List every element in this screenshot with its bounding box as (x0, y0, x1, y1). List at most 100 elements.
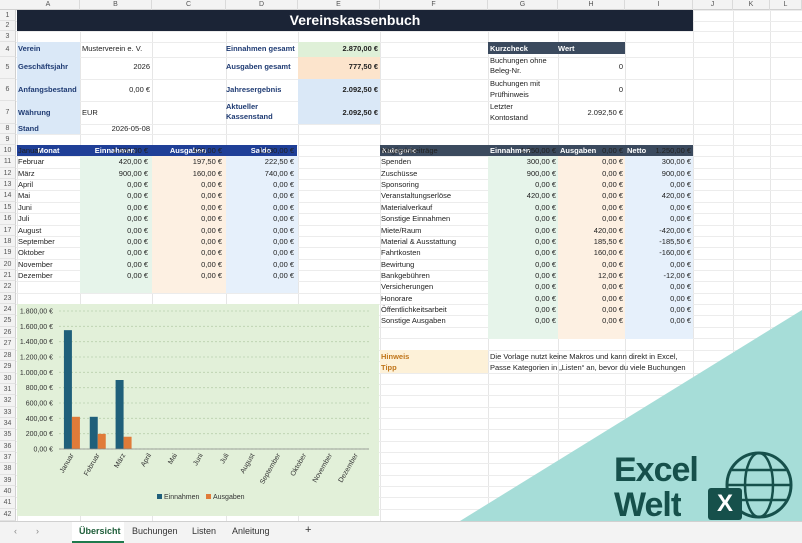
row-header[interactable]: 33 (0, 407, 16, 418)
row-header[interactable]: 3 (0, 31, 16, 42)
month-value: 222,50 € (264, 157, 294, 166)
tab-anleitung[interactable]: Anleitung (232, 526, 270, 536)
bar-ausgaben-februar[interactable] (97, 433, 106, 449)
monthly-chart[interactable]: 0,00 € 200,00 € 400,00 € 600,00 € 800,00 € 1.… (17, 304, 379, 516)
verein-label: Verein (18, 44, 41, 53)
excel-badge-letter: X (716, 490, 733, 517)
row-header[interactable]: 32 (0, 395, 16, 407)
row-header[interactable]: 21 (0, 270, 16, 281)
next-sheet-icon[interactable]: › (36, 526, 39, 536)
column-header-a[interactable]: A (17, 0, 80, 10)
column-header-d[interactable]: D (226, 0, 298, 10)
waehrung-value[interactable]: EUR (82, 107, 98, 118)
month-value: 0,00 € (127, 271, 148, 280)
row-header[interactable]: 15 (0, 202, 16, 213)
row-header[interactable]: 25 (0, 315, 16, 327)
row-header[interactable]: 17 (0, 225, 16, 236)
kassenstand-label-2: Kassenstand (226, 112, 273, 121)
stand-value[interactable]: 2026-05-08 (82, 123, 150, 134)
row-header[interactable]: 8 (0, 124, 16, 134)
row-header[interactable]: 20 (0, 259, 16, 270)
column-header-i[interactable]: I (625, 0, 693, 10)
row-header[interactable]: 41 (0, 497, 16, 509)
category-name: Materialverkauf (381, 203, 433, 212)
month-value: 0,00 € (201, 237, 222, 246)
prev-sheet-icon[interactable]: ‹ (14, 526, 17, 536)
row-header[interactable]: 28 (0, 350, 16, 361)
month-value: 0,00 € (273, 237, 294, 246)
column-header-g[interactable]: G (488, 0, 558, 10)
row-header[interactable]: 9 (0, 134, 16, 145)
row-header[interactable]: 18 (0, 236, 16, 247)
row-header[interactable]: 24 (0, 304, 16, 315)
tab-listen[interactable]: Listen (192, 526, 216, 536)
column-header-f[interactable]: F (380, 0, 488, 10)
row-header[interactable]: 19 (0, 247, 16, 259)
row-header[interactable]: 12 (0, 168, 16, 179)
column-header-e[interactable]: E (298, 0, 380, 10)
category-value: 0,00 € (670, 214, 691, 223)
month-value: 0,00 € (127, 237, 148, 246)
add-sheet-button[interactable]: + (305, 524, 311, 536)
verein-value[interactable]: Musterverein e. V. (82, 43, 142, 54)
tipp-label: Tipp (381, 363, 397, 372)
row-header[interactable]: 40 (0, 486, 16, 497)
row-header[interactable]: 29 (0, 361, 16, 373)
bar-einnahmen-januar[interactable] (63, 330, 72, 449)
column-header-h[interactable]: H (558, 0, 625, 10)
column-header-j[interactable]: J (693, 0, 733, 10)
category-name: Bankgebühren (381, 271, 430, 280)
row-header[interactable]: 7 (0, 101, 16, 124)
row-header[interactable]: 4 (0, 42, 16, 57)
month-value: 0,00 € (127, 191, 148, 200)
row-header[interactable]: 2 (0, 21, 16, 31)
bar-einnahmen-februar[interactable] (89, 416, 98, 449)
row-header[interactable]: 34 (0, 418, 16, 429)
row-header[interactable]: 27 (0, 338, 16, 350)
anfang-value[interactable]: 0,00 € (82, 84, 150, 95)
row-header[interactable]: 13 (0, 179, 16, 190)
hinweis-label: Hinweis (381, 352, 410, 361)
column-header-c[interactable]: C (152, 0, 226, 10)
bar-ausgaben-januar[interactable] (71, 416, 80, 449)
category-name: Veranstaltungserlöse (381, 191, 452, 200)
column-header-k[interactable]: K (733, 0, 770, 10)
row-header[interactable]: 36 (0, 441, 16, 452)
month-value: 0,00 € (273, 203, 294, 212)
row-header[interactable]: 10 (0, 145, 16, 156)
row-header[interactable]: 5 (0, 57, 16, 79)
row-header[interactable]: 37 (0, 452, 16, 463)
tab-uebersicht[interactable]: Übersicht (79, 526, 121, 536)
row-header[interactable]: 39 (0, 475, 16, 486)
legend-swatch (157, 494, 162, 499)
row-header[interactable]: 31 (0, 384, 16, 395)
check-row3-label-1: Letzter (490, 102, 513, 111)
bar-ausgaben-märz[interactable] (123, 436, 132, 449)
y-tick-label: 800,00 € (26, 385, 53, 392)
einnahmen-gesamt-label: Einnahmen gesamt (226, 44, 295, 53)
bar-einnahmen-märz[interactable] (115, 380, 124, 449)
column-header-l[interactable]: L (770, 0, 802, 10)
row-header[interactable]: 26 (0, 327, 16, 338)
row-header[interactable]: 11 (0, 156, 16, 168)
row-header[interactable]: 42 (0, 509, 16, 521)
row-header[interactable]: 35 (0, 429, 16, 441)
check-row2-label-2: Prüfhinweis (490, 90, 529, 99)
row-header[interactable]: 22 (0, 281, 16, 293)
category-value: 0,00 € (535, 203, 556, 212)
anfang-label: Anfangsbestand (18, 85, 77, 94)
category-value: 12,00 € (597, 271, 623, 280)
row-header[interactable]: 16 (0, 213, 16, 225)
row-header[interactable]: 23 (0, 293, 16, 304)
row-header[interactable]: 1 (0, 10, 16, 21)
row-header[interactable]: 14 (0, 190, 16, 202)
category-value: -185,50 € (659, 237, 691, 246)
column-header-b[interactable]: B (80, 0, 152, 10)
y-tick-label: 1.400,00 € (20, 339, 53, 346)
tab-buchungen[interactable]: Buchungen (132, 526, 178, 536)
jahr-value[interactable]: 2026 (82, 61, 150, 72)
row-header[interactable]: 6 (0, 79, 16, 101)
category-value: 0,00 € (602, 191, 623, 200)
row-header[interactable]: 38 (0, 463, 16, 475)
row-header[interactable]: 30 (0, 373, 16, 384)
